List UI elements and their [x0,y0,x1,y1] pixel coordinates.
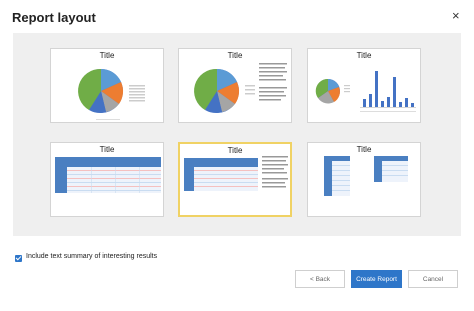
summary-checkbox-label[interactable]: Include text summary of interesting resu… [26,253,157,260]
layout-option-pie-summary[interactable]: Title [178,48,292,123]
pie-bar-thumbnail [315,71,416,112]
back-button[interactable]: < Back [295,270,345,288]
two-tables-thumbnail [324,156,408,196]
table-summary-thumbnail [184,156,288,191]
table-thumbnail [55,157,161,193]
layout-option-table[interactable]: Title [50,142,164,217]
layout-option-pie-bar[interactable]: Title [307,48,421,123]
layout-option-pie-legend[interactable]: Title [50,48,164,123]
summary-checkbox[interactable] [15,255,22,262]
dialog-title: Report layout [12,10,96,25]
close-icon[interactable]: × [452,9,460,22]
create-report-button[interactable]: Create Report [351,270,402,288]
pie-chart-thumbnail [78,68,145,120]
pie-chart-thumbnail [194,63,287,113]
cancel-button[interactable]: Cancel [408,270,458,288]
layout-option-table-summary[interactable]: Title [178,142,292,217]
layout-option-two-tables[interactable]: Title [307,142,421,217]
layout-panel: Title Title Title Title Title Title [13,33,461,236]
